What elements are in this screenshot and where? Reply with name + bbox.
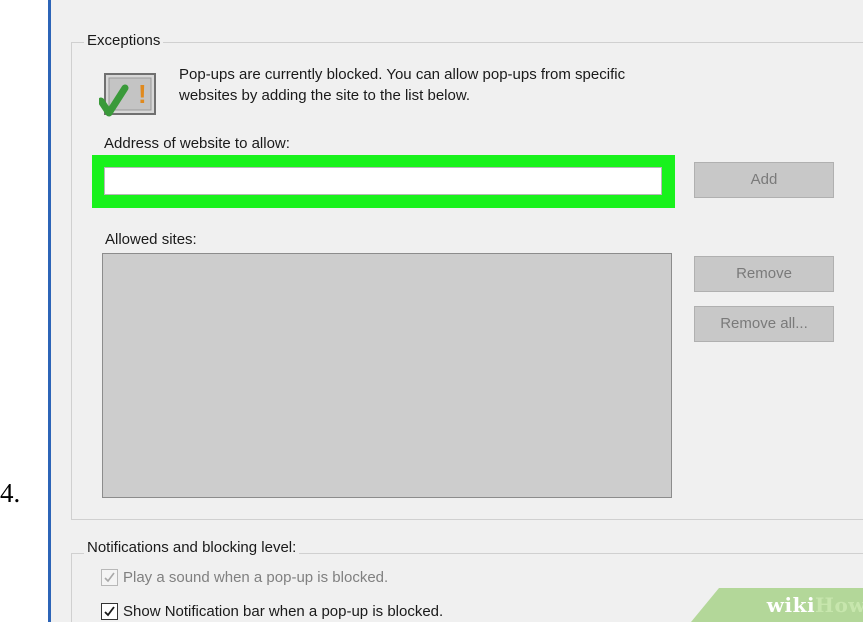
play-sound-checkbox[interactable] [101,568,118,586]
watermark-text: wikiHow [767,593,863,617]
add-button[interactable]: Add [694,162,834,198]
notifications-title: Notifications and blocking level: [84,538,300,558]
watermark-part-2: How [815,593,863,617]
checkmark-icon [104,605,115,616]
remove-button[interactable]: Remove [694,256,834,292]
svg-text:!: ! [138,79,147,109]
show-notification-bar-option[interactable]: Show Notification bar when a pop-up is b… [101,600,443,622]
play-sound-option[interactable]: Play a sound when a pop-up is blocked. [101,566,388,588]
step-number: 4. [0,478,21,508]
address-input[interactable] [104,167,662,195]
checkmark-icon [104,572,115,582]
address-label: Address of website to allow: [104,135,290,152]
info-text-line-2: websites by adding the site to the list … [179,87,471,104]
remove-all-button[interactable]: Remove all... [694,306,834,342]
exceptions-title: Exceptions [84,31,164,51]
shield-check-warning-icon: ! [97,68,161,124]
show-notification-bar-checkbox[interactable] [101,602,118,620]
show-notification-bar-label: Show Notification bar when a pop-up is b… [123,602,444,620]
popup-info-text: Pop-ups are currently blocked. You can a… [179,64,819,106]
play-sound-label: Play a sound when a pop-up is blocked. [123,568,389,586]
allowed-sites-label: Allowed sites: [105,231,197,248]
popup-blocker-settings-dialog: Exceptions ! Pop-ups are currently block… [48,0,863,622]
watermark-part-1: wiki [766,593,816,617]
address-field-highlight [92,155,675,208]
allowed-sites-list[interactable] [102,253,672,498]
info-text-line-1: Pop-ups are currently blocked. You can a… [179,66,626,83]
wikihow-watermark: wikiHow [691,588,863,622]
